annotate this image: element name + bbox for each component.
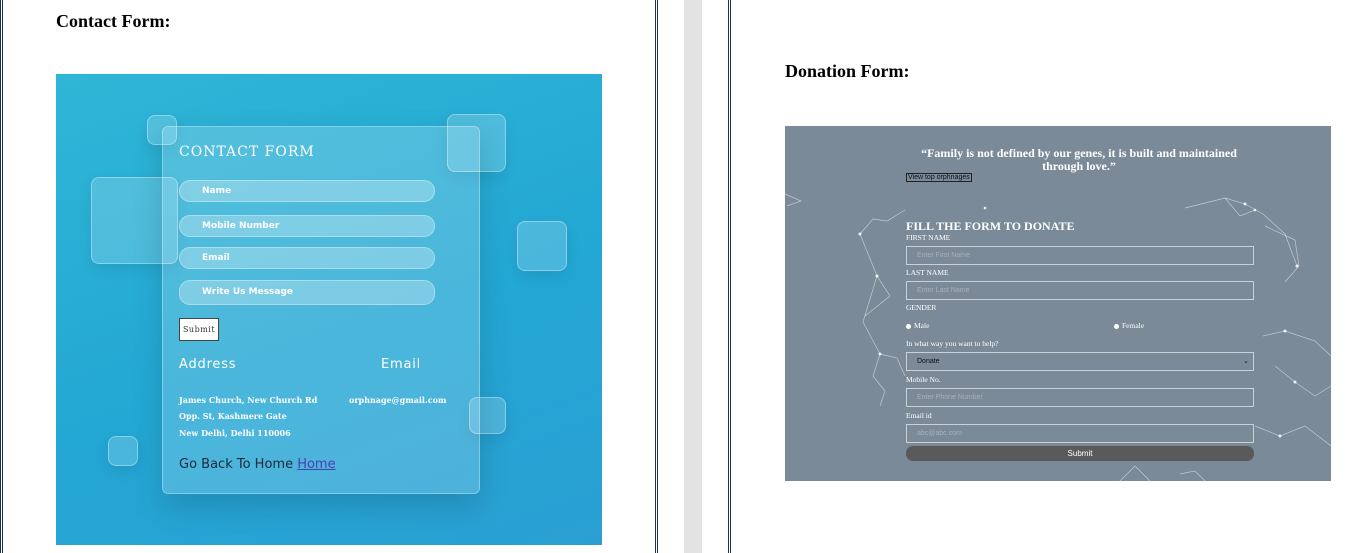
help-select[interactable]: Donate ⌄ [906, 352, 1254, 371]
mobile-number-input[interactable]: Mobile Number [179, 215, 435, 237]
email-title: Email [381, 357, 422, 372]
contact-form-image: CONTACT FORM Name Mobile Number Email Wr… [56, 74, 602, 545]
email-id-input[interactable]: abc@abc.com [906, 424, 1254, 443]
mobile-input[interactable]: Enter Phone Number [906, 388, 1254, 407]
go-back-label: Go Back To Home [179, 457, 294, 472]
first-name-input[interactable]: Enter First Name [906, 246, 1254, 265]
message-input[interactable]: Write Us Message [179, 280, 435, 305]
contact-card: CONTACT FORM Name Mobile Number Email Wr… [162, 126, 480, 494]
contact-form-title: CONTACT FORM [179, 144, 315, 160]
address-line: James Church, New Church Rd [179, 395, 318, 405]
contact-form-heading: Contact Form: [56, 11, 171, 31]
last-name-input[interactable]: Enter Last Name [906, 281, 1254, 300]
chevron-down-icon: ⌄ [1243, 358, 1249, 365]
gender-female-label: Female [1122, 321, 1145, 330]
donation-form-image: “Family is not defined by our genes, it … [785, 126, 1331, 481]
address-line: New Delhi, Delhi 110006 [179, 428, 291, 438]
address-title: Address [179, 357, 237, 372]
help-selected-value: Donate [917, 358, 940, 365]
last-name-label: LAST NAME [906, 268, 949, 277]
email-value: orphnage@gmail.com [349, 395, 447, 405]
gender-label: GENDER [906, 303, 937, 312]
gender-female-radio[interactable]: Female [1114, 321, 1144, 330]
first-name-label: FIRST NAME [906, 233, 951, 242]
gender-male-label: Male [914, 321, 930, 330]
donation-form-title: FILL THE FORM TO DONATE [906, 219, 1075, 233]
radio-dot-icon [1114, 323, 1119, 329]
radio-dot-icon [906, 323, 911, 329]
help-label: In what way you want to help? [906, 339, 999, 348]
gender-male-radio[interactable]: Male [906, 321, 929, 330]
donation-submit-button[interactable]: Submit [906, 446, 1254, 461]
donation-quote: “Family is not defined by our genes, it … [921, 146, 1237, 173]
mobile-label: Mobile No. [906, 375, 941, 384]
decor-square [517, 221, 567, 271]
name-input[interactable]: Name [179, 180, 435, 202]
email-input[interactable]: Email [179, 247, 435, 269]
view-orphanages-button[interactable]: View top orphnages [906, 173, 972, 182]
donation-form-heading: Donation Form: [785, 61, 910, 81]
email-id-label: Email id [906, 411, 932, 420]
contact-submit-button[interactable]: Submit [179, 318, 219, 341]
go-back-text: Go Back To Home Home [179, 457, 336, 472]
home-link[interactable]: Home [297, 457, 335, 472]
address-line: Opp. St, Kashmere Gate [179, 411, 287, 421]
decor-square [108, 436, 138, 466]
page-gutter [684, 0, 702, 553]
